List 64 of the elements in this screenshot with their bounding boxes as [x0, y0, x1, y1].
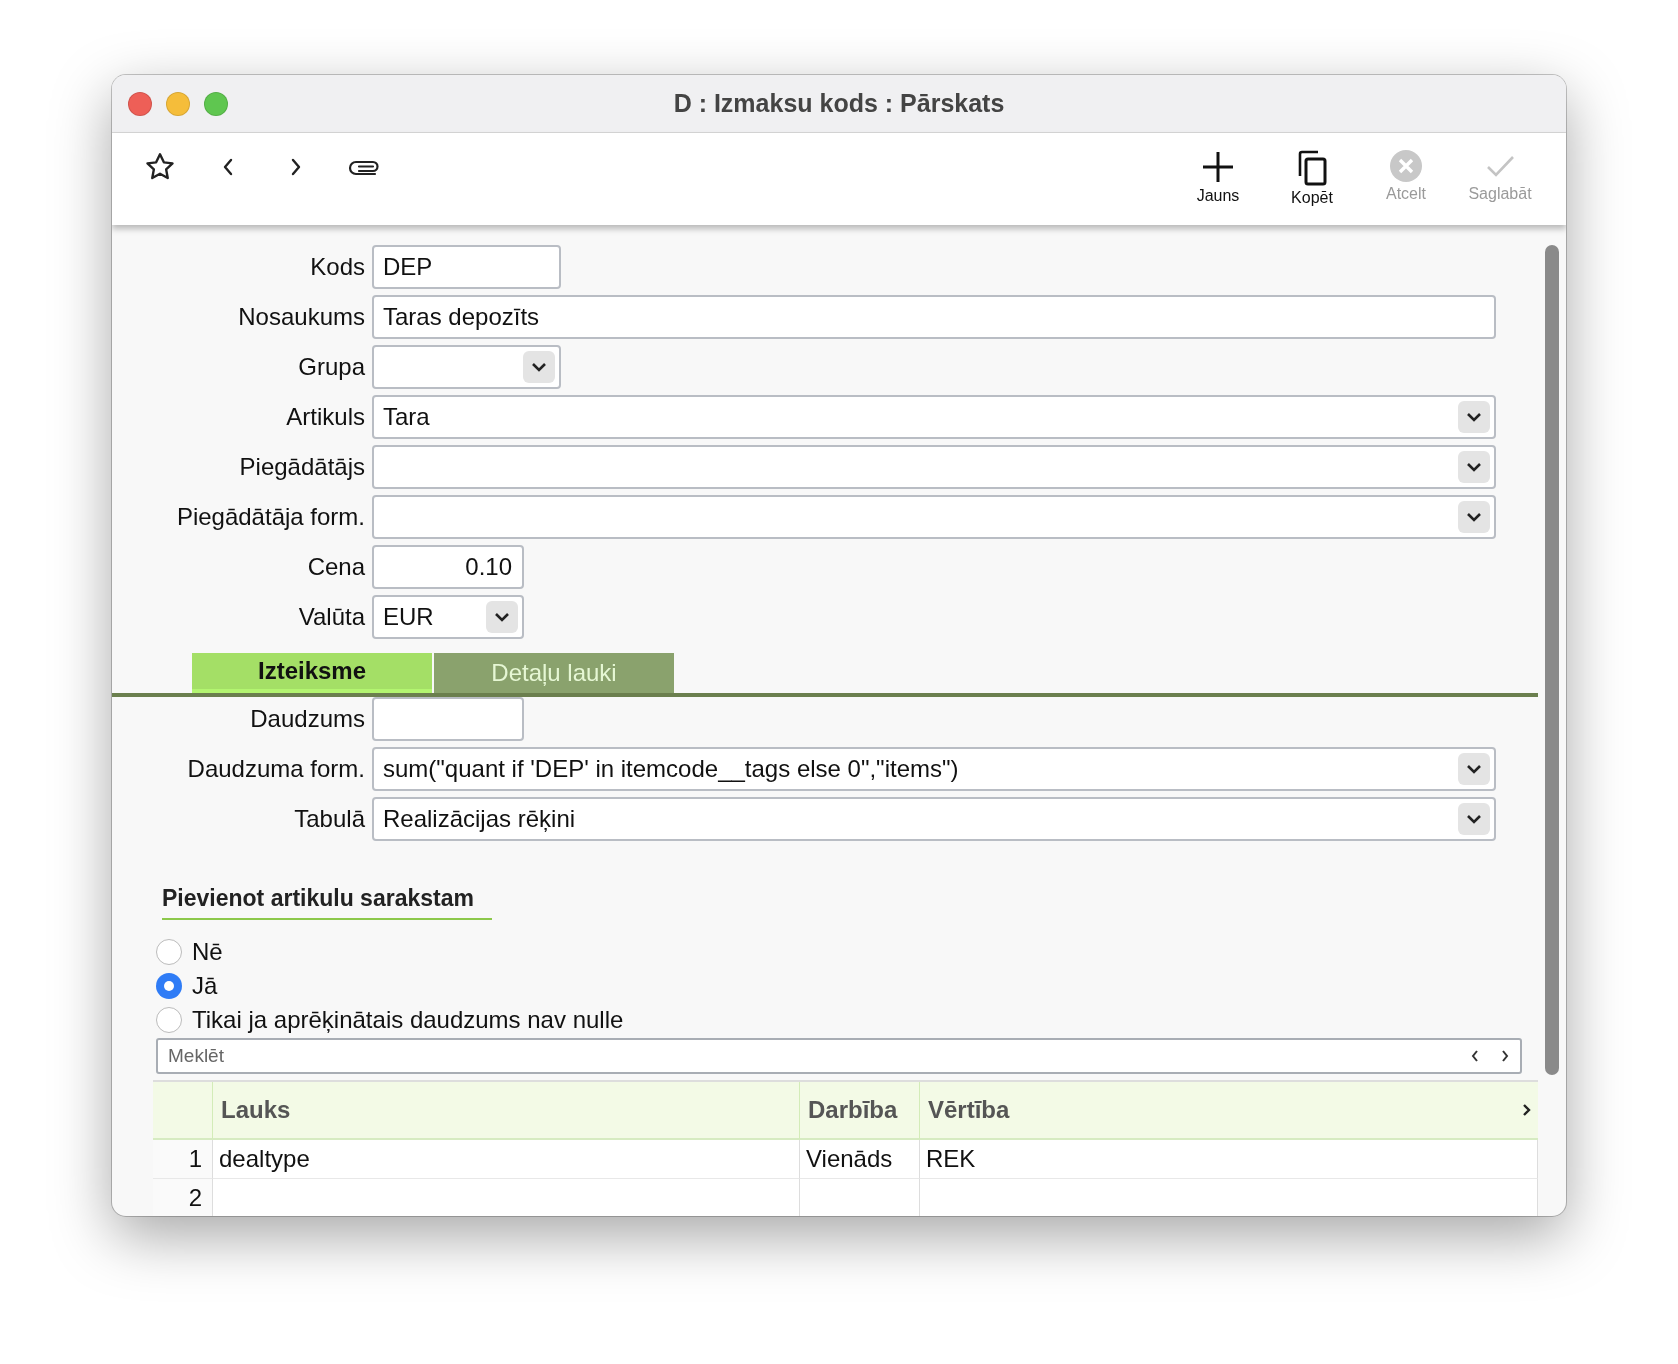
previous-icon[interactable]: [1470, 1049, 1480, 1063]
input-field[interactable]: 0.10: [372, 545, 524, 589]
toolbar-button[interactable]: Kopēt: [1274, 149, 1350, 207]
option-label: Jā: [192, 972, 218, 1000]
chevron-down-icon: [1466, 764, 1482, 774]
field-label: Valūta: [297, 603, 365, 631]
radio-button[interactable]: [156, 1007, 182, 1033]
combo-field[interactable]: Tara: [372, 395, 1496, 439]
field-label: Daudzums: [249, 705, 365, 733]
combo-field[interactable]: EUR: [372, 595, 524, 639]
combo-field[interactable]: sum("quant if 'DEP' in itemcode__tags else 0","items"): [372, 747, 1496, 791]
row-number: 2: [153, 1179, 213, 1216]
combo-field[interactable]: [372, 445, 1496, 489]
radio-button[interactable]: [156, 973, 182, 999]
table-cell: Vienāds: [800, 1140, 920, 1179]
close-button[interactable]: [128, 91, 152, 116]
field-label: Tabulā: [293, 805, 365, 833]
scrollbar[interactable]: [1545, 245, 1559, 1075]
chevron-down-icon: [494, 612, 510, 622]
input-field[interactable]: [372, 697, 524, 741]
row-number: 1: [153, 1140, 213, 1179]
header-cell: [153, 1082, 213, 1140]
chevron-right-icon[interactable]: [1522, 1102, 1532, 1118]
dropdown-button[interactable]: [523, 351, 555, 383]
chevron-down-icon: [1466, 512, 1482, 522]
next-icon[interactable]: [1500, 1049, 1510, 1063]
field-label: Nosaukums: [237, 303, 365, 331]
table-cell: dealtype: [213, 1140, 800, 1179]
field-label: Cena: [306, 553, 365, 581]
search-field[interactable]: Meklēt: [156, 1038, 1522, 1074]
dropdown-button[interactable]: [1458, 451, 1490, 483]
dropdown-button[interactable]: [486, 601, 518, 633]
option-label: Nē: [192, 938, 223, 966]
radio-button[interactable]: [156, 939, 182, 965]
chevron-down-icon: [1466, 814, 1482, 824]
window-title: D : Izmaksu kods : Pārskats: [673, 89, 1005, 118]
chevron-down-icon: [1466, 462, 1482, 472]
dropdown-button[interactable]: [1458, 803, 1490, 835]
input-field[interactable]: DEP: [372, 245, 561, 289]
chevron-down-icon: [531, 362, 547, 372]
input-field[interactable]: Taras depozīts: [372, 295, 1496, 339]
column-header[interactable]: Darbība: [800, 1082, 920, 1140]
chevron-down-icon: [1466, 412, 1482, 422]
field-label: Piegādātāja form.: [175, 503, 365, 531]
combo-field[interactable]: Realizācijas rēķini: [372, 797, 1496, 841]
field-label: Kods: [309, 253, 365, 281]
field-label: Daudzuma form.: [186, 755, 365, 783]
field-label: Artikuls: [285, 403, 365, 431]
dropdown-button[interactable]: [1458, 401, 1490, 433]
toolbar-button[interactable]: Jauns: [1180, 149, 1256, 207]
field-label: Grupa: [297, 353, 365, 381]
combo-field[interactable]: [372, 345, 561, 389]
field-label: Piegādātājs: [238, 453, 365, 481]
combo-field[interactable]: [372, 495, 1496, 539]
table-cell: REK: [920, 1140, 1538, 1179]
tab[interactable]: Izteiksme: [192, 653, 432, 693]
plus-icon: [1200, 149, 1236, 185]
option-label: Tikai ja aprēķinātais daudzums nav nulle: [192, 1006, 624, 1034]
dropdown-button[interactable]: [1458, 753, 1490, 785]
column-header[interactable]: Lauks: [213, 1082, 800, 1140]
column-header[interactable]: Vērtība: [920, 1082, 1538, 1140]
section-title: Pievienot artikulu sarakstam: [162, 885, 492, 920]
cancel-icon: [1389, 149, 1423, 183]
dropdown-button[interactable]: [1458, 501, 1490, 533]
